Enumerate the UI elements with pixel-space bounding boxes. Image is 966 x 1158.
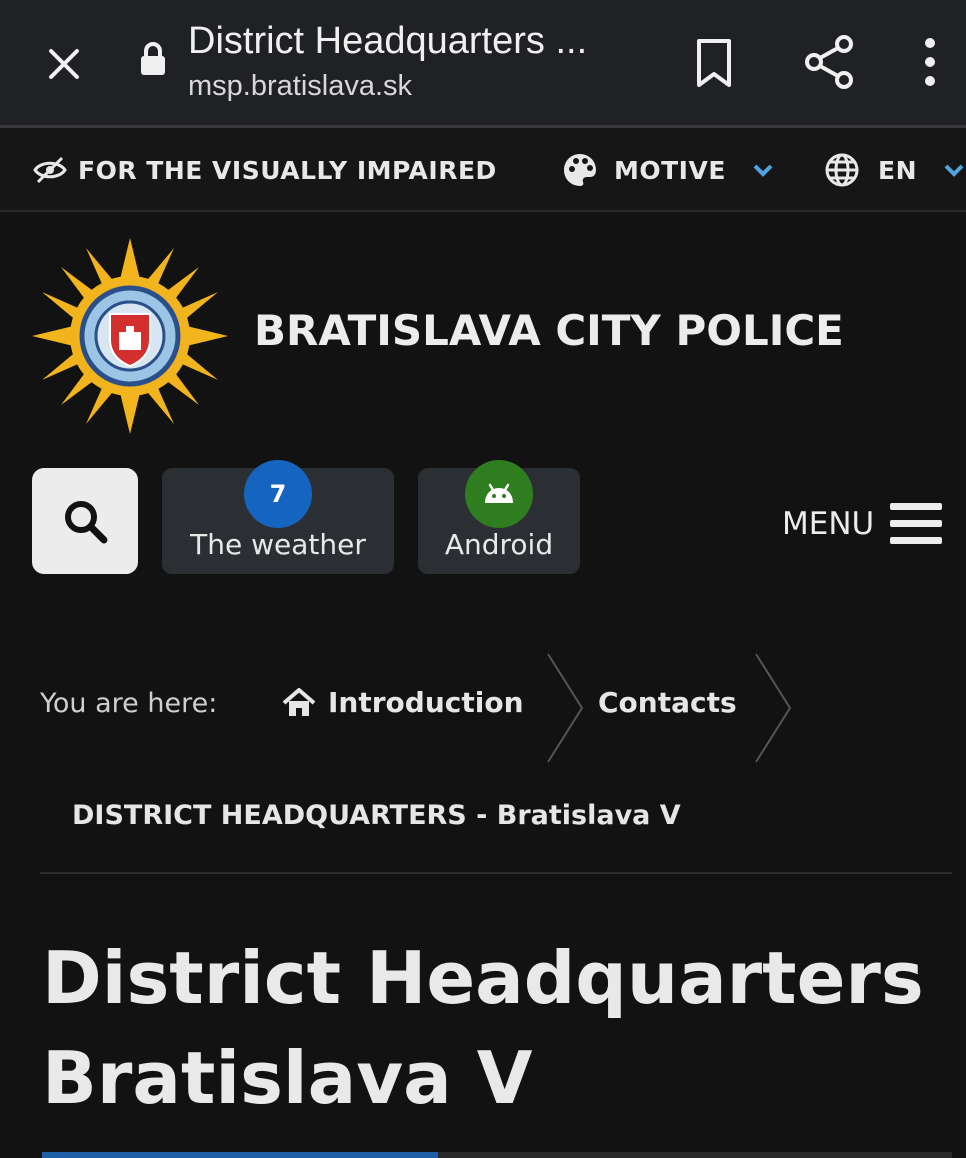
chevron-down-icon: [753, 164, 773, 177]
page-title-line1: District Headquarters: [42, 936, 924, 1020]
city-police-logo[interactable]: [30, 236, 230, 436]
visually-impaired-label: FOR THE VISUALLY IMPAIRED: [78, 155, 497, 185]
chevron-down-icon: [944, 164, 964, 177]
hamburger-icon: [890, 503, 943, 544]
breadcrumb-label: You are here:: [40, 688, 218, 719]
android-app-button[interactable]: Android: [418, 460, 580, 574]
menu-button[interactable]: MENU: [782, 496, 943, 552]
breadcrumb-introduction-label: Introduction: [328, 686, 524, 719]
visually-impaired-toggle[interactable]: FOR THE VISUALLY IMPAIRED: [32, 128, 497, 212]
bookmark-icon[interactable]: [690, 36, 738, 90]
active-tab-indicator: [42, 1152, 438, 1158]
page-title: District Headquarters Bratislava V: [42, 928, 952, 1128]
palette-icon: [564, 154, 596, 186]
menu-label: MENU: [782, 506, 875, 542]
site-title[interactable]: BRATISLAVA CITY POLICE: [254, 306, 844, 355]
breadcrumb-contacts[interactable]: Contacts: [598, 686, 737, 719]
weather-badge: 7: [244, 460, 312, 528]
android-label: Android: [444, 528, 554, 561]
breadcrumb-current: DISTRICT HEADQUARTERS - Bratislava V: [72, 800, 681, 831]
breadcrumb-separator: [547, 653, 584, 763]
search-icon: [65, 501, 108, 544]
browser-url[interactable]: msp.bratislava.sk: [188, 70, 412, 103]
language-label: EN: [878, 155, 918, 185]
close-icon[interactable]: [38, 38, 90, 90]
share-icon[interactable]: [800, 32, 860, 92]
content-tab-strip: [42, 1152, 952, 1158]
browser-toolbar: District Headquarters ... msp.bratislava…: [0, 0, 966, 128]
page-title-line2: Bratislava V: [42, 1036, 533, 1120]
divider: [40, 872, 952, 874]
breadcrumb-introduction[interactable]: Introduction: [282, 686, 524, 719]
lock-icon: [141, 42, 165, 75]
globe-icon: [825, 153, 859, 187]
browser-page-title[interactable]: District Headquarters ...: [188, 20, 648, 63]
motive-dropdown[interactable]: MOTIVE: [562, 128, 774, 212]
weather-label: The weather: [190, 528, 366, 561]
utility-bar: FOR THE VISUALLY IMPAIRED MOTIVE EN: [0, 128, 966, 212]
home-icon: [282, 687, 316, 716]
android-badge: [465, 460, 533, 528]
breadcrumb-contacts-label: Contacts: [598, 686, 737, 719]
language-dropdown[interactable]: EN: [824, 128, 965, 212]
android-icon: [485, 483, 513, 503]
more-vert-icon[interactable]: [912, 34, 948, 90]
motive-label: MOTIVE: [614, 155, 726, 185]
eye-slash-icon: [33, 156, 67, 184]
weather-button[interactable]: 7 The weather: [162, 460, 394, 574]
breadcrumb-separator: [755, 653, 792, 763]
search-button[interactable]: [32, 468, 138, 574]
